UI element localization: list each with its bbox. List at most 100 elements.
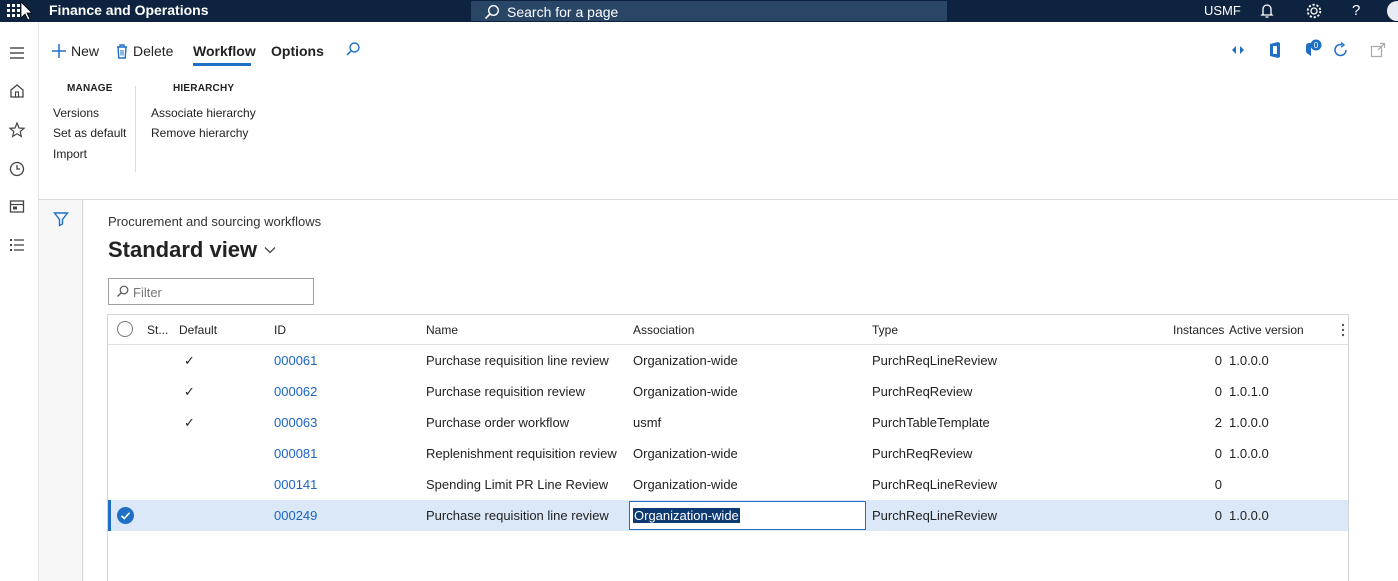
- column-header-name[interactable]: Name: [426, 323, 458, 337]
- new-button-label: New: [71, 43, 100, 59]
- workflow-id-link[interactable]: 000141: [274, 477, 317, 492]
- filter-funnel-icon[interactable]: [53, 211, 69, 230]
- association-edit-field[interactable]: Organization-wide: [629, 501, 866, 530]
- column-header-active-version[interactable]: Active version: [1229, 323, 1304, 337]
- view-name: Standard view: [108, 237, 258, 262]
- search-icon: [346, 42, 360, 56]
- workflow-association: Organization-wide: [633, 384, 738, 399]
- notification-count: 0: [1314, 41, 1319, 50]
- settings-gear-icon[interactable]: [1305, 2, 1323, 23]
- selected-row-indicator: [108, 500, 111, 531]
- association-selected-text: Organization-wide: [633, 508, 740, 523]
- messages-icon[interactable]: 0: [1303, 38, 1325, 63]
- chevron-down-icon: [264, 247, 276, 254]
- more-options-icon[interactable]: [1340, 322, 1346, 341]
- column-header-instances[interactable]: Instances: [1173, 323, 1224, 337]
- app-title[interactable]: Finance and Operations: [49, 2, 208, 18]
- favorites-star-icon[interactable]: [8, 121, 26, 139]
- workflows-grid: St... Default ID Name Association Type I…: [107, 314, 1349, 581]
- workflow-instances: 0: [1214, 477, 1222, 492]
- action-search-button[interactable]: [345, 41, 361, 57]
- content-area: Procurement and sourcing workflows Stand…: [39, 200, 1398, 581]
- user-avatar[interactable]: [1387, 1, 1398, 21]
- main-list-page: Procurement and sourcing workflows Stand…: [84, 200, 1398, 581]
- workflow-name: Purchase order workflow: [426, 415, 570, 430]
- workflow-id-link[interactable]: 000081: [274, 446, 317, 461]
- table-row-selected[interactable]: 000249 Purchase requisition line review …: [108, 500, 1348, 531]
- tab-options[interactable]: Options: [271, 43, 324, 59]
- remove-hierarchy-button[interactable]: Remove hierarchy: [151, 126, 248, 140]
- table-row[interactable]: ✓ 000062 Purchase requisition review Org…: [108, 376, 1348, 407]
- workflow-type: PurchReqReview: [872, 384, 973, 399]
- filter-pane-strip: [39, 200, 83, 581]
- page-search-box[interactable]: Search for a page: [471, 1, 947, 21]
- quick-filter-box: [108, 278, 314, 305]
- top-navigation-bar: Finance and Operations Search for a page…: [0, 0, 1398, 22]
- column-header-status[interactable]: St...: [147, 323, 168, 337]
- workflow-association: Organization-wide: [633, 477, 738, 492]
- quick-filter-input[interactable]: [133, 283, 303, 301]
- workflow-active-version: 1.0.0.0: [1229, 415, 1269, 430]
- row-selected-checkbox[interactable]: [117, 507, 134, 524]
- group-title-manage: MANAGE: [67, 83, 113, 94]
- recent-clock-icon[interactable]: [8, 160, 26, 178]
- modules-list-icon[interactable]: [8, 236, 26, 254]
- app-launcher-icon[interactable]: [6, 1, 36, 21]
- company-picker[interactable]: USMF: [1204, 3, 1241, 18]
- workflow-instances: 0: [1214, 353, 1222, 368]
- page-caption: Procurement and sourcing workflows: [108, 214, 322, 229]
- column-header-type[interactable]: Type: [872, 323, 898, 337]
- hamburger-menu-icon[interactable]: [8, 44, 26, 62]
- notification-bell-icon[interactable]: [1259, 2, 1275, 23]
- open-new-window-icon[interactable]: [1370, 42, 1386, 61]
- associate-hierarchy-button[interactable]: Associate hierarchy: [151, 106, 256, 120]
- workflow-name: Spending Limit PR Line Review: [426, 477, 609, 492]
- workflow-name: Purchase requisition line review: [426, 508, 609, 523]
- workflow-active-version: 1.0.0.0: [1229, 446, 1269, 461]
- new-button[interactable]: New: [51, 43, 99, 59]
- workflow-id-link[interactable]: 000062: [274, 384, 317, 399]
- table-row[interactable]: ✓ 000063 Purchase order workflow usmf Pu…: [108, 407, 1348, 438]
- workflow-id-link[interactable]: 000249: [274, 508, 317, 523]
- table-row[interactable]: 000081 Replenishment requisition review …: [108, 438, 1348, 469]
- workflow-id-link[interactable]: 000061: [274, 353, 317, 368]
- column-header-id[interactable]: ID: [274, 323, 286, 337]
- workflow-active-version: 1.0.0.0: [1229, 508, 1269, 523]
- workflow-type: PurchReqLineReview: [872, 353, 998, 368]
- tab-selected-underline: [193, 63, 251, 66]
- versions-button[interactable]: Versions: [53, 106, 99, 120]
- refresh-icon[interactable]: [1332, 41, 1350, 62]
- column-header-default[interactable]: Default: [179, 323, 217, 337]
- delete-button-label: Delete: [133, 43, 174, 59]
- default-checkmark-icon: ✓: [184, 384, 195, 399]
- table-row[interactable]: ✓ 000061 Purchase requisition line revie…: [108, 345, 1348, 376]
- default-checkmark-icon: ✓: [184, 353, 195, 368]
- view-selector[interactable]: Standard view: [108, 237, 277, 263]
- workspaces-icon[interactable]: [8, 198, 26, 216]
- search-placeholder: Search for a page: [507, 4, 619, 20]
- workflow-type: PurchReqLineReview: [872, 477, 998, 492]
- tab-options-label: Options: [271, 43, 324, 59]
- connector-icon[interactable]: [1230, 42, 1246, 61]
- plus-icon: [52, 44, 66, 58]
- workflow-name: Purchase requisition review: [426, 384, 585, 399]
- workflow-association: Organization-wide: [633, 446, 738, 461]
- select-all-checkbox[interactable]: [117, 321, 133, 337]
- checkmark-icon: [120, 512, 131, 520]
- import-button[interactable]: Import: [53, 147, 87, 161]
- set-as-default-button[interactable]: Set as default: [53, 126, 126, 140]
- workflow-active-version: 1.0.0.0: [1229, 353, 1269, 368]
- column-header-association[interactable]: Association: [633, 323, 694, 337]
- workflow-association: usmf: [633, 415, 662, 430]
- help-icon[interactable]: ?: [1352, 2, 1360, 19]
- delete-button[interactable]: Delete: [115, 43, 173, 59]
- table-row[interactable]: 000141 Spending Limit PR Line Review Org…: [108, 469, 1348, 500]
- workflow-id-link[interactable]: 000063: [274, 415, 317, 430]
- workflow-name: Replenishment requisition review: [426, 446, 617, 461]
- workflow-instances: 0: [1214, 446, 1222, 461]
- home-icon[interactable]: [8, 82, 26, 100]
- workflow-active-version: 1.0.1.0: [1229, 384, 1269, 399]
- workflow-type: PurchTableTemplate: [872, 415, 990, 430]
- tab-workflow[interactable]: Workflow: [193, 43, 256, 59]
- office-icon[interactable]: [1267, 41, 1283, 62]
